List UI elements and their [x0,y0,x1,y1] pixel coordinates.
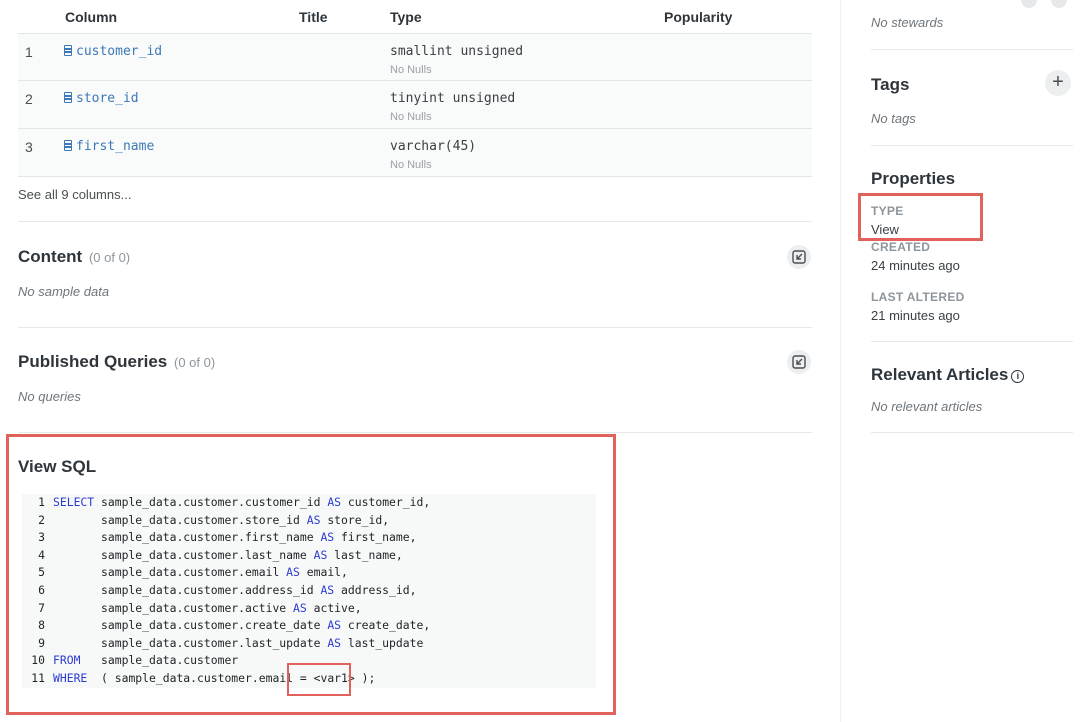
content-empty: No sample data [18,284,110,299]
sql-line: 6 sample_data.customer.address_id AS add… [22,582,596,600]
column-icon [64,45,72,56]
line-number: 2 [38,512,45,527]
sql-line: 9 sample_data.customer.last_update AS la… [22,635,596,653]
sql-keyword: SELECT [53,495,95,509]
last-altered-label: LAST ALTERED [871,290,965,304]
type-label: TYPE [871,204,904,218]
sidebar: No stewards Tags + No tags Properties TY… [840,0,1080,722]
divider [18,327,812,328]
line-number: 11 [31,670,45,685]
line-number: 10 [31,653,45,668]
header-type: Type [390,9,422,25]
properties-title: Properties [871,169,956,188]
content-expand-button[interactable] [787,245,811,269]
divider [871,49,1073,50]
sql-keyword: AS [313,547,328,562]
table-row[interactable]: 2 store_id tinyint unsigned No Nulls [18,81,812,129]
line-number: 3 [38,530,45,545]
sql-line: 2 sample_data.customer.store_id AS store… [22,512,596,530]
header-popularity: Popularity [664,9,733,25]
published-queries-title: Published Queries (0 of 0) [18,352,216,371]
sql-line: 3 sample_data.customer.first_name AS fir… [22,529,596,547]
queries-expand-button[interactable] [787,350,811,374]
created-value: 24 minutes ago [871,258,960,273]
row-index: 1 [25,44,33,60]
column-type: smallint unsigned [390,44,524,59]
sql-keyword: AS [306,512,321,527]
type-value: View [871,222,899,237]
divider [871,432,1073,433]
sql-keyword: AS [320,582,335,597]
column-nulls: No Nulls [390,64,432,76]
column-name-link[interactable]: store_id [64,91,139,106]
line-number: 4 [38,547,45,562]
line-number: 1 [38,495,45,509]
published-queries-count: (0 of 0) [174,355,216,370]
var1-highlight [287,663,351,696]
column-type: varchar(45) [390,139,477,154]
steward-avatar [1021,0,1037,8]
sql-keyword: AS [286,565,300,580]
tags-title: Tags [871,75,910,94]
column-nulls: No Nulls [390,159,432,171]
sql-keyword: AS [293,600,307,615]
see-all-columns-link[interactable]: See all 9 columns... [18,187,131,202]
column-name-link[interactable]: first_name [64,139,154,154]
steward-avatar [1051,0,1067,8]
view-sql-title: View SQL [18,457,97,476]
divider [18,221,812,222]
expand-icon [792,250,806,264]
divider [871,145,1073,146]
tags-empty: No tags [871,111,916,126]
sql-line: 1 SELECT sample_data.customer.customer_id… [22,494,596,512]
sql-line: 5 sample_data.customer.email AS email, [22,564,596,582]
line-number: 6 [38,582,45,597]
queries-empty: No queries [18,389,81,404]
sql-keyword: FROM [53,653,81,668]
info-icon[interactable]: i [1011,370,1025,383]
divider [871,341,1073,342]
table-row[interactable]: 3 first_name varchar(45) No Nulls [18,129,812,177]
sql-keyword: AS [327,635,342,650]
sql-keyword: WHERE [53,670,88,685]
sql-keyword: AS [320,530,335,545]
table-row[interactable]: 1 customer_id smallint unsigned No Nulls [18,33,812,81]
header-title: Title [299,9,328,25]
sql-line: 8 sample_data.customer.create_date AS cr… [22,617,596,635]
sql-code-block[interactable]: 1 SELECT sample_data.customer.customer_id… [22,494,596,688]
line-number: 9 [38,635,45,650]
line-number: 5 [38,565,45,580]
column-name-link[interactable]: customer_id [64,44,162,59]
relevant-articles-title: Relevant Articles i [871,365,1025,385]
content-title: Content (0 of 0) [18,247,131,266]
column-nulls: No Nulls [390,111,432,123]
line-number: 8 [38,618,45,633]
header-column: Column [65,9,118,25]
add-tag-button[interactable]: + [1045,70,1071,96]
last-altered-value: 21 minutes ago [871,308,960,323]
relevant-articles-empty: No relevant articles [871,399,983,414]
column-type: tinyint unsigned [390,91,516,106]
columns-table-header: Column Title Type Popularity [18,0,812,33]
row-index: 3 [25,139,33,155]
sql-line: 4 sample_data.customer.last_name AS last… [22,547,596,565]
content-count: (0 of 0) [88,250,131,265]
row-index: 2 [25,91,33,107]
line-number: 7 [38,600,45,615]
column-icon [64,140,72,151]
stewards-empty: No stewards [871,15,944,30]
sql-line: 7 sample_data.customer.active AS active, [22,600,596,618]
divider [18,432,812,433]
created-label: CREATED [871,240,931,254]
main-panel: Column Title Type Popularity 1 customer_… [0,0,840,722]
sql-keyword: AS [327,618,342,633]
column-icon [64,92,72,103]
expand-icon [792,355,806,369]
sql-keyword: AS [327,495,342,509]
